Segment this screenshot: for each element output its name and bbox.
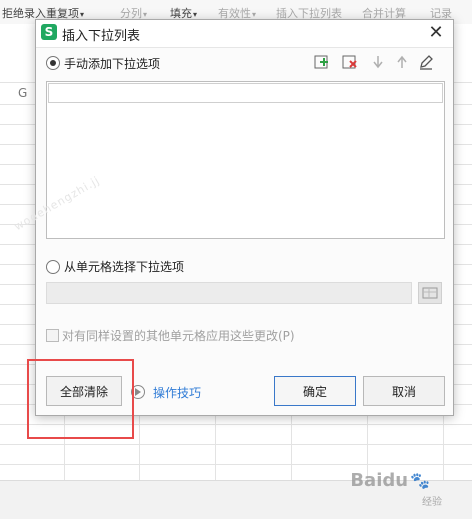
dialog-title: 插入下拉列表 <box>62 29 141 44</box>
annotation-highlight-box <box>27 359 134 439</box>
tips-link[interactable]: 操作技巧 <box>153 384 201 401</box>
radio-cell-source[interactable] <box>46 260 60 274</box>
apply-to-same-cells-checkbox <box>46 329 59 342</box>
option-entry-input[interactable] <box>48 83 443 103</box>
baidu-watermark-sub: 经验 <box>422 497 442 508</box>
radio-manual-label: 手动添加下拉选项 <box>64 57 161 71</box>
options-listbox[interactable] <box>46 81 445 239</box>
insert-dropdown-dialog: S 插入下拉列表 ✕ 手动添加下拉选项 从单元格选择下拉选项 对有同样设置的其他… <box>35 19 454 416</box>
ok-button[interactable]: 确定 <box>274 376 356 406</box>
baidu-watermark: Baidu 🐾 <box>350 470 430 491</box>
wps-app-icon: S <box>41 24 57 40</box>
move-down-icon[interactable] <box>369 53 387 71</box>
move-up-icon[interactable] <box>393 53 411 71</box>
column-header-g[interactable]: G <box>18 86 27 100</box>
dialog-titlebar: S 插入下拉列表 ✕ <box>36 20 453 48</box>
cancel-button[interactable]: 取消 <box>363 376 445 406</box>
close-icon[interactable]: ✕ <box>425 22 447 44</box>
radio-manual-options[interactable] <box>46 56 60 70</box>
range-select-icon <box>418 282 442 304</box>
delete-option-icon[interactable] <box>341 53 359 71</box>
radio-cell-source-label: 从单元格选择下拉选项 <box>64 260 185 274</box>
add-option-icon[interactable] <box>313 53 331 71</box>
cell-range-input <box>46 282 412 304</box>
edit-pencil-icon[interactable] <box>417 53 435 71</box>
apply-to-same-cells-label: 对有同样设置的其他单元格应用这些更改(P) <box>62 329 295 343</box>
